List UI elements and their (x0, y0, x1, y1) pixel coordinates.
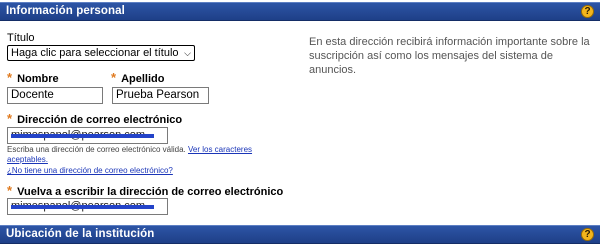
email-info-text: En esta dirección recibirá información i… (309, 36, 590, 76)
email-label-text: Dirección de correo electrónico (17, 114, 183, 126)
email-help-prefix: Escriba una dirección de correo electrón… (7, 145, 186, 154)
no-email-help: ¿No tiene una dirección de correo electr… (7, 166, 173, 175)
apellido-input[interactable]: Prueba Pearson (112, 87, 209, 104)
required-marker: * (7, 183, 13, 198)
email-confirm-input[interactable]: mimespanol@pearson.com (7, 198, 168, 215)
accepted-characters-link[interactable]: Ver los caracteres (188, 145, 252, 154)
nombre-label-text: Nombre (17, 73, 59, 85)
email-confirm-label: * Vuelva a escribir la dirección de corre… (7, 183, 283, 198)
email-help-text: Escriba una dirección de correo electrón… (7, 145, 252, 154)
email-label: * Dirección de correo electrónico (7, 111, 182, 126)
email-input[interactable]: mimespanol@pearson.com (7, 127, 168, 144)
required-marker: * (7, 111, 13, 126)
titulo-select[interactable]: Haga clic para seleccionar el título ⌵ (7, 45, 195, 61)
help-icon[interactable]: ? (581, 5, 594, 18)
redaction-bar (11, 134, 154, 138)
chevron-down-icon: ⌵ (184, 48, 191, 58)
apellido-label-text: Apellido (121, 73, 165, 85)
nombre-label: * Nombre (7, 70, 59, 85)
titulo-label: Título (7, 32, 35, 44)
titulo-selected-value: Haga clic para seleccionar el título (11, 47, 179, 59)
required-marker: * (7, 70, 13, 85)
section-title: Ubicación de la institución (6, 228, 155, 240)
accepted-characters-link-2[interactable]: aceptables. (7, 155, 48, 164)
no-email-link[interactable]: ¿No tiene una dirección de correo electr… (7, 166, 173, 175)
apellido-label: * Apellido (111, 70, 164, 85)
required-marker: * (111, 70, 117, 85)
help-icon[interactable]: ? (581, 228, 594, 241)
email-help-text-line2: aceptables. (7, 155, 48, 164)
section-header-personal-info: Información personal ? (0, 2, 600, 21)
section-header-institution-location: Ubicación de la institución ? (0, 225, 600, 244)
section-title: Información personal (6, 5, 125, 17)
nombre-input[interactable]: Docente (7, 87, 103, 104)
email-confirm-label-text: Vuelva a escribir la dirección de correo… (17, 186, 284, 198)
redaction-bar (11, 205, 154, 209)
